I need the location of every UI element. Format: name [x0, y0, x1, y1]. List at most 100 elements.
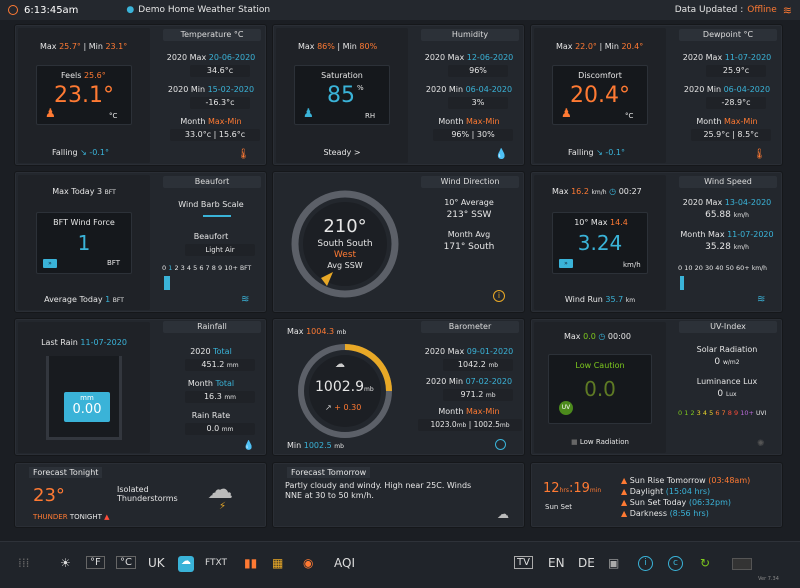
hum-month: Month Max-Min — [413, 117, 525, 126]
hum-main-box: Max 86% | Min 80% Saturation 85 % ♟ RH S… — [276, 28, 408, 163]
s7: 7 — [205, 264, 210, 272]
station-name: Demo Home Weather Station — [138, 5, 271, 15]
m: Max-Min — [466, 407, 500, 416]
fc-tomorrow-title: Forecast Tomorrow — [287, 467, 371, 478]
wdir-deg: 210° — [323, 216, 367, 237]
dew-year-min-val: -28.9°c — [706, 97, 766, 109]
day-mode-icon[interactable]: ☀ — [60, 556, 71, 570]
rain-rate-val: 0.0 mm — [185, 423, 255, 435]
s8: 8 — [211, 264, 216, 272]
dew-main-box: Max 22.0° | Min 20.4° Discomfort 20.4° ♟… — [534, 28, 666, 163]
wspd-value: 3.24 — [577, 231, 623, 255]
bf-label: Beaufort — [193, 232, 229, 241]
rain-main-box: Last Rain 11-07-2020 mm 0.00 — [18, 322, 150, 453]
v: 451.2 — [201, 360, 225, 369]
l: Last Rain — [41, 338, 78, 347]
wdir-title: Wind Direction — [421, 176, 519, 188]
sunset-row: ▲ Sun Set Today (06:32pm) — [621, 498, 731, 507]
expand-icon[interactable]: » — [43, 259, 57, 268]
humidity-panel: Max 86% | Min 80% Saturation 85 % ♟ RH S… — [272, 24, 525, 166]
v: (15:04 hrs) — [665, 487, 711, 496]
hu: hrs — [559, 487, 569, 494]
date: 20-06-2020 — [208, 53, 256, 62]
l: 2020 Min — [425, 85, 464, 94]
s9: 9 — [733, 409, 739, 417]
hum-max: 86% — [317, 42, 335, 51]
calendar-icon[interactable]: ▦ — [272, 556, 283, 570]
u: km — [625, 297, 636, 304]
v: 14.4 — [610, 218, 628, 227]
wind-barb-icon — [203, 215, 231, 217]
s2: 2 — [174, 264, 179, 272]
l: 2020 Min — [425, 377, 464, 386]
german-button[interactable]: DE — [578, 556, 595, 570]
expand-icon[interactable]: » — [559, 259, 573, 268]
v: 1 — [105, 295, 111, 304]
t: 00:00 — [607, 332, 631, 341]
temp-year-max: 2020 Max 20-06-2020 — [155, 53, 267, 62]
t: Total — [215, 379, 235, 388]
d: 11-07-2020 — [724, 53, 772, 62]
hardware-icon[interactable] — [732, 558, 752, 570]
l: 2020 Max — [424, 53, 465, 62]
info-icon[interactable]: i — [493, 290, 505, 302]
u: mb — [336, 329, 347, 336]
lux-label: Luminance Lux — [696, 377, 758, 386]
temperature-panel: Max 25.7° | Min 23.1° Feels 25.6° 23.1° … — [14, 24, 267, 166]
s6: 6 — [199, 264, 204, 272]
uk-button[interactable]: UK — [148, 556, 165, 570]
hum-value: 85 — [327, 83, 355, 108]
info-icon[interactable]: i — [638, 556, 653, 571]
beau-unit: BFT — [107, 259, 120, 267]
wifi-icon[interactable]: ≋ — [783, 4, 792, 17]
aqi-button[interactable]: AQI — [334, 556, 355, 570]
v: 0.0 — [583, 332, 596, 341]
uv-panel: Max 0.0 ◷ 00:00 Low Caution 0.0 UV ■ Low… — [530, 318, 783, 456]
ftxt-button[interactable]: FTXT — [205, 558, 227, 568]
sun-panel: 12hrs:19min Sun Set ▲ Sun Rise Tomorrow … — [530, 462, 783, 528]
tv-button[interactable]: TV — [514, 556, 533, 569]
label: 2020 Max — [166, 53, 207, 62]
weather-icon[interactable]: ☁ — [178, 556, 194, 572]
device-icon[interactable]: ▣ — [608, 556, 619, 570]
fc-tomorrow-text: Partly cloudy and windy. High near 25C. … — [285, 481, 472, 500]
temp-year-min: 2020 Min 15-02-2020 — [155, 85, 267, 94]
baro-year-max-val: 1042.2 mb — [443, 359, 513, 371]
v: 1002.9 — [315, 379, 364, 395]
l: Sun Set Today — [629, 498, 687, 507]
lux-val: 0 Lux — [671, 389, 783, 399]
fahrenheit-button[interactable]: °F — [86, 556, 105, 569]
dew-year-max-val: 25.9°c — [706, 65, 766, 77]
dew-month: Month Max-Min — [671, 117, 783, 126]
webcam-icon[interactable]: ◉ — [303, 556, 313, 570]
uv-display: Low Caution 0.0 UV — [548, 354, 652, 424]
label: Month — [180, 117, 206, 126]
s1: 1 — [684, 409, 689, 417]
wind-wave-icon: ≋ — [241, 294, 250, 305]
v2: 1002.5 — [473, 420, 500, 429]
menu-grid-icon[interactable]: ⁞⁞⁞ — [18, 556, 29, 570]
dew-value: 20.4° — [570, 83, 630, 108]
hum-min: 80% — [359, 42, 378, 51]
dew-max: 22.0° — [575, 42, 597, 51]
beau-bar — [164, 276, 170, 290]
wspd-run: Wind Run 35.7 km — [534, 295, 666, 304]
v: 35.28 — [705, 242, 731, 252]
d: 06-04-2020 — [465, 85, 513, 94]
celsius-button[interactable]: °C — [116, 556, 136, 569]
tag: THUNDER — [33, 513, 68, 521]
u: km/h — [733, 212, 749, 219]
dew-trend: Falling ↘ -0.1° — [568, 148, 625, 157]
s3: 3 — [696, 409, 701, 417]
chart-icon[interactable]: ▮▮ — [244, 556, 257, 570]
l: Max — [287, 327, 304, 336]
wspd-month-max-val: 35.28 km/h — [671, 242, 783, 252]
hum-trend: Steady > — [323, 148, 361, 157]
english-button[interactable]: EN — [548, 556, 565, 570]
copyright-icon[interactable]: c — [668, 556, 683, 571]
uv-scale: 0 1 2 3 4 5 6 7 8 9 10+ UVI — [678, 409, 766, 417]
trend-value: -0.1° — [89, 148, 109, 157]
s1: 1 — [168, 264, 173, 272]
wspd-display: 10° Max 14.4 3.24 » km/h — [552, 212, 648, 274]
refresh-icon[interactable]: ↻ — [700, 556, 710, 570]
